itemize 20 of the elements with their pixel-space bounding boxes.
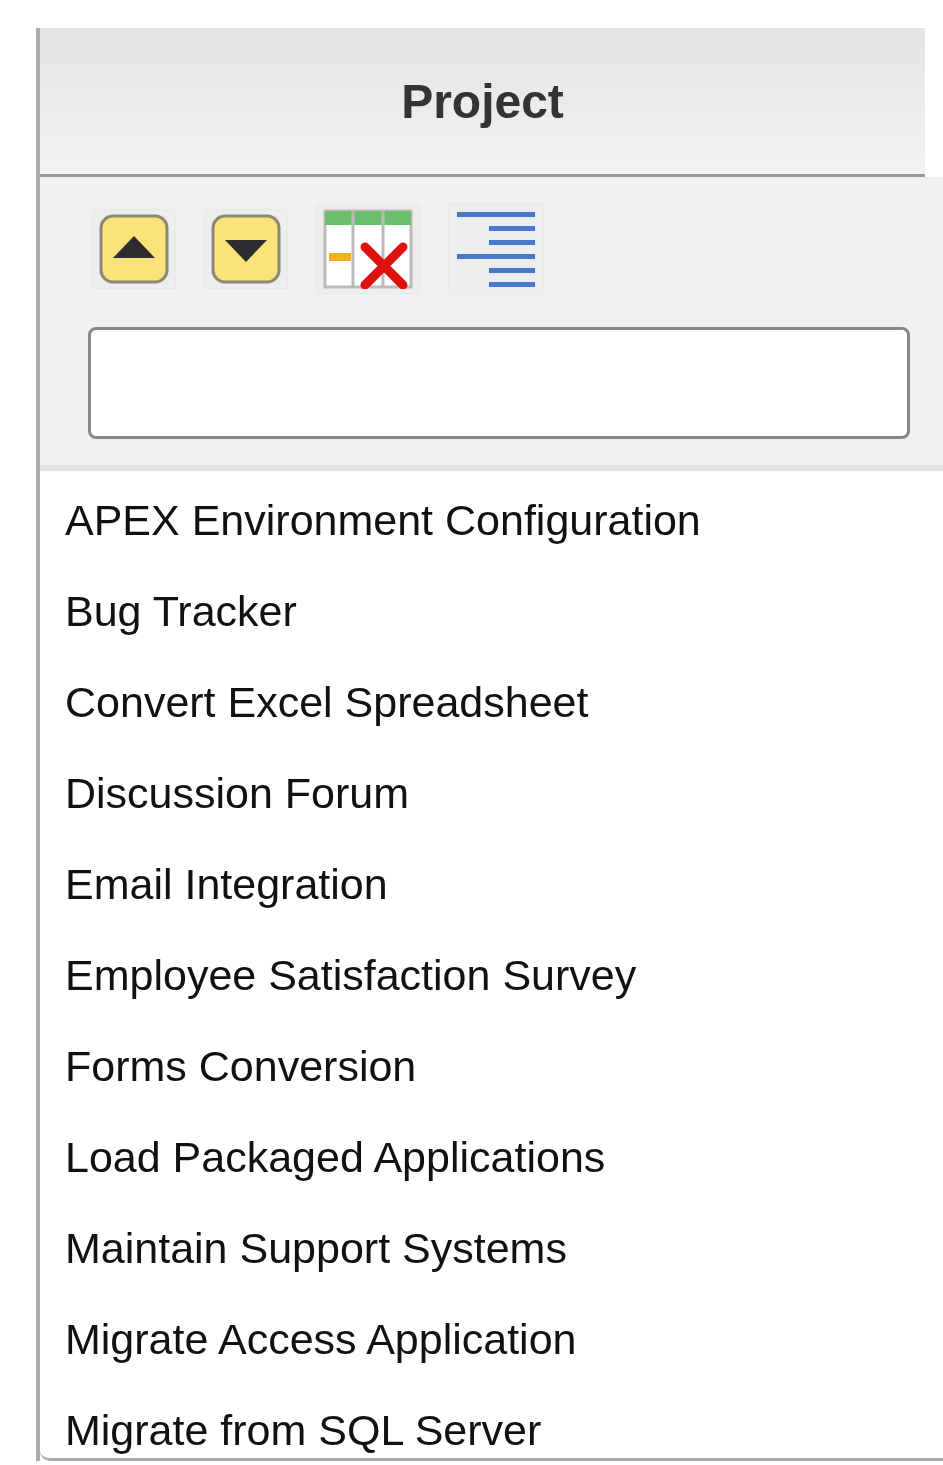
triangle-down-icon	[211, 214, 281, 284]
list-item[interactable]: Migrate Access Application	[65, 1304, 943, 1395]
list-item[interactable]: Maintain Support Systems	[65, 1213, 943, 1304]
list-item[interactable]: Convert Excel Spreadsheet	[65, 667, 943, 758]
list-item[interactable]: Employee Satisfaction Survey	[65, 940, 943, 1031]
list-item[interactable]: Migrate from SQL Server	[65, 1395, 943, 1465]
search-field[interactable]	[88, 327, 910, 439]
list-item[interactable]: Forms Conversion	[65, 1031, 943, 1122]
list-item[interactable]: Load Packaged Applications	[65, 1122, 943, 1213]
move-up-button[interactable]	[92, 209, 176, 289]
move-down-button[interactable]	[204, 209, 288, 289]
aggregate-button[interactable]	[448, 203, 544, 295]
list-item[interactable]: Email Integration	[65, 849, 943, 940]
list-item[interactable]: Discussion Forum	[65, 758, 943, 849]
clear-filter-button[interactable]	[316, 204, 420, 294]
triangle-up-icon	[99, 214, 169, 284]
table-x-icon	[323, 209, 413, 289]
column-header[interactable]: Project	[40, 28, 925, 177]
list-item[interactable]: APEX Environment Configuration	[65, 485, 943, 576]
list-item[interactable]: Bug Tracker	[65, 576, 943, 667]
